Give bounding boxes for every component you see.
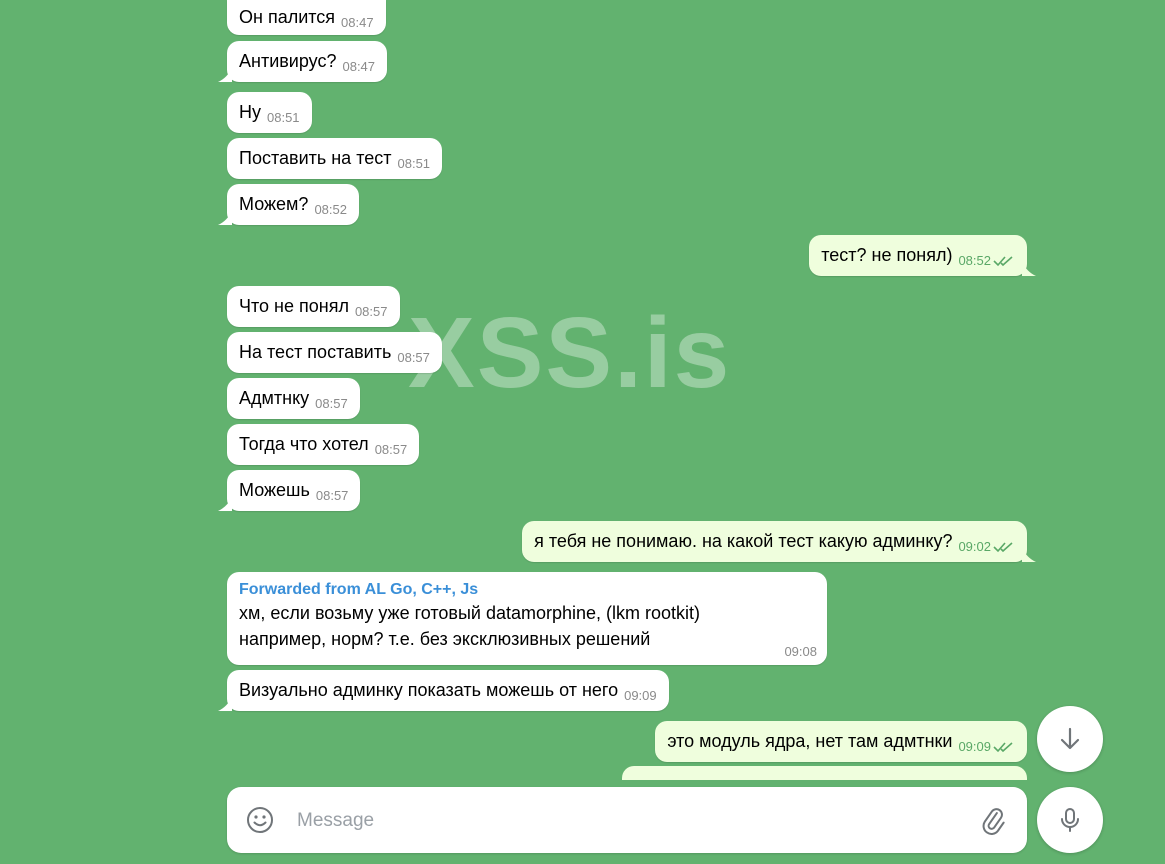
message-text: Адмтнку <box>239 388 310 408</box>
message-time: 09:02 <box>958 539 991 554</box>
message-bubble-outgoing[interactable]: тест? не понял) 08:52 <box>809 235 1036 276</box>
forwarded-message[interactable]: Forwarded from AL Go, C++, Js хм, если в… <box>227 572 827 665</box>
message-bubble[interactable]: Что не понял 08:57 <box>227 286 400 327</box>
message-time: 08:51 <box>397 156 431 171</box>
scroll-down-button[interactable] <box>1037 706 1103 772</box>
paperclip-icon <box>982 808 1005 835</box>
bubble-tail <box>1022 262 1036 276</box>
emoji-button[interactable] <box>245 805 275 835</box>
double-check-icon <box>993 256 1013 267</box>
message-bubble[interactable]: Антивирус? 08:47 <box>218 41 388 82</box>
message-bubble[interactable]: Можешь 08:57 <box>218 470 361 511</box>
message-time: 08:47 <box>342 59 376 74</box>
bubble-tail <box>218 497 232 511</box>
message-bubble[interactable]: Поставить на тест 08:51 <box>227 138 443 179</box>
message-text: Что не понял <box>239 296 349 316</box>
message-text: это модуль ядра, нет там адмтнки <box>667 731 953 751</box>
arrow-down-icon <box>1060 727 1080 750</box>
message-bubble-outgoing[interactable]: я тебя не понимаю. на какой тест какую а… <box>522 521 1036 562</box>
emoji-icon <box>247 807 273 833</box>
message-text: Можем? <box>239 194 309 214</box>
message-text: Тогда что хотел <box>239 434 369 454</box>
message-text: тест? не понял) <box>821 245 953 265</box>
message-text: Он палится <box>239 7 336 27</box>
message-time: 08:57 <box>315 396 348 411</box>
watermark: XSS.is <box>408 297 732 409</box>
voice-record-button[interactable] <box>1037 787 1103 853</box>
message-time: 08:57 <box>315 488 349 503</box>
attach-button[interactable] <box>977 805 1007 835</box>
message-text: Визуально админку показать можешь от нег… <box>239 680 619 700</box>
message-bubble[interactable]: Тогда что хотел 08:57 <box>227 424 420 465</box>
message-time: 08:47 <box>341 15 374 30</box>
forwarded-header[interactable]: Forwarded from AL Go, C++, Js <box>239 580 815 600</box>
message-text: На тест поставить <box>239 342 392 362</box>
message-text: Антивирус? <box>239 51 337 71</box>
message-time: 08:57 <box>374 442 408 457</box>
message-composer <box>227 787 1027 853</box>
bubble-tail <box>218 697 232 711</box>
message-text: Можешь <box>239 480 310 500</box>
message-time: 08:51 <box>267 110 300 125</box>
message-time: 08:52 <box>958 253 991 268</box>
bubble-tail <box>218 68 232 82</box>
message-bubble[interactable]: Визуально админку показать можешь от нег… <box>218 670 669 711</box>
message-bubble[interactable]: На тест поставить 08:57 <box>227 332 442 373</box>
message-bubble-outgoing[interactable]: это модуль ядра, нет там адмтнки 09:09 <box>655 721 1027 762</box>
message-bubble-partial[interactable] <box>622 766 1027 780</box>
message-input[interactable] <box>295 801 939 841</box>
double-check-icon <box>993 542 1013 553</box>
message-time: 08:57 <box>354 304 388 319</box>
bubble-tail <box>218 211 232 225</box>
microphone-icon <box>1061 808 1079 832</box>
bubble-tail <box>1022 548 1036 562</box>
message-bubble[interactable]: Можем? 08:52 <box>218 184 359 225</box>
message-bubble[interactable]: Адмтнку 08:57 <box>227 378 360 419</box>
message-time: 08:57 <box>397 350 430 365</box>
message-time: 09:09 <box>624 688 657 703</box>
message-time: 09:08 <box>784 644 817 659</box>
message-time: 08:52 <box>314 202 347 217</box>
forwarded-text-line: хм, если возьму уже готовый datamorphine… <box>239 603 701 623</box>
message-bubble[interactable]: Ну 08:51 <box>227 92 312 133</box>
message-text: я тебя не понимаю. на какой тест какую а… <box>534 531 953 551</box>
message-text: Поставить на тест <box>239 148 392 168</box>
double-check-icon <box>993 742 1013 753</box>
message-text: Ну <box>239 102 261 122</box>
forwarded-text-line: например, норм? т.е. без эксклюзивных ре… <box>239 629 651 649</box>
message-time: 09:09 <box>958 739 991 754</box>
message-bubble[interactable]: Он палится 08:47 <box>227 0 386 35</box>
